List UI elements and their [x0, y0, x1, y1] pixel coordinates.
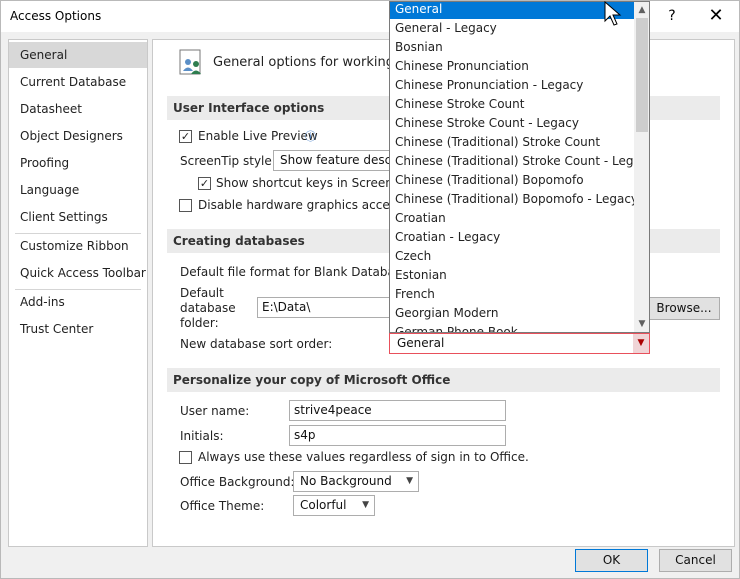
- close-button[interactable]: ✕: [701, 5, 731, 27]
- default-folder-label-line: Default: [180, 286, 224, 300]
- screentip-style-value: Show feature descript: [280, 153, 391, 167]
- scroll-down-icon[interactable]: ▼: [634, 316, 649, 332]
- nav-item-datasheet[interactable]: Datasheet: [9, 96, 147, 122]
- initials-value: s4p: [294, 428, 316, 442]
- chevron-down-icon: ▼: [362, 500, 369, 510]
- dropdown-option[interactable]: Georgian Modern: [390, 304, 634, 323]
- nav-item-trust-center[interactable]: Trust Center: [9, 316, 147, 342]
- hardware-acceleration-checkbox[interactable]: [179, 199, 192, 212]
- page-heading: General options for working w: [213, 55, 409, 70]
- office-theme-label: Office Theme:: [180, 499, 265, 513]
- sort-order-select[interactable]: General ▼: [389, 333, 650, 354]
- initials-input[interactable]: s4p: [289, 425, 506, 446]
- live-preview-checkbox[interactable]: ✓: [179, 130, 192, 143]
- nav-item-general[interactable]: General: [9, 42, 147, 68]
- dropdown-option[interactable]: Czech: [390, 247, 634, 266]
- office-background-label: Office Background:: [180, 475, 295, 489]
- user-name-label: User name:: [180, 404, 250, 418]
- dropdown-option[interactable]: Chinese Stroke Count: [390, 95, 634, 114]
- dropdown-option[interactable]: Croatian - Legacy: [390, 228, 634, 247]
- screentip-style-label: ScreenTip style:: [180, 154, 276, 168]
- office-background-value: No Background: [300, 474, 392, 488]
- browse-button[interactable]: Browse...: [648, 297, 720, 320]
- always-use-values-label: Always use these values regardless of si…: [198, 450, 529, 464]
- dropdown-option[interactable]: German Phone Book: [390, 323, 634, 332]
- dropdown-option[interactable]: Chinese (Traditional) Stroke Count - Leg…: [390, 152, 634, 171]
- nav-item-customize-ribbon[interactable]: Customize Ribbon: [9, 233, 147, 259]
- dropdown-option[interactable]: Chinese (Traditional) Stroke Count: [390, 133, 634, 152]
- dropdown-option[interactable]: French: [390, 285, 634, 304]
- shortcut-keys-label: Show shortcut keys in ScreenTips: [216, 176, 417, 190]
- default-folder-input[interactable]: E:\Data\: [257, 297, 391, 318]
- dropdown-option[interactable]: Chinese Pronunciation - Legacy: [390, 76, 634, 95]
- nav-item-language[interactable]: Language: [9, 177, 147, 203]
- default-folder-label-line: folder:: [180, 316, 219, 330]
- dropdown-scrollbar[interactable]: ▲ ▼: [634, 2, 649, 332]
- window-title: Access Options: [10, 9, 102, 23]
- dropdown-option[interactable]: Chinese Pronunciation: [390, 57, 634, 76]
- help-button[interactable]: ?: [657, 5, 687, 27]
- user-name-value: strive4peace: [294, 403, 372, 417]
- chevron-down-icon: ▼: [406, 476, 413, 486]
- dropdown-option[interactable]: General - Legacy: [390, 19, 634, 38]
- dropdown-option[interactable]: Chinese (Traditional) Bopomofo: [390, 171, 634, 190]
- mouse-pointer-icon: [604, 1, 622, 26]
- dropdown-option[interactable]: Chinese Stroke Count - Legacy: [390, 114, 634, 133]
- scrollbar-thumb[interactable]: [636, 18, 648, 132]
- cancel-button[interactable]: Cancel: [659, 549, 732, 572]
- sort-order-value: General: [397, 336, 445, 350]
- access-options-dialog: Access Options ? ✕ General Current Datab…: [0, 0, 740, 579]
- dropdown-option[interactable]: Estonian: [390, 266, 634, 285]
- office-theme-value: Colorful: [300, 498, 347, 512]
- shortcut-keys-checkbox[interactable]: ✓: [198, 177, 211, 190]
- chevron-down-icon[interactable]: ▼: [633, 334, 649, 353]
- nav-item-client-settings[interactable]: Client Settings: [9, 204, 147, 230]
- dropdown-option[interactable]: Chinese (Traditional) Bopomofo - Legacy: [390, 190, 634, 209]
- live-preview-label: Enable Live Preview: [198, 129, 318, 143]
- options-nav: General Current Database Datasheet Objec…: [8, 39, 148, 547]
- section-header-personalize: Personalize your copy of Microsoft Offic…: [167, 368, 720, 392]
- ok-button[interactable]: OK: [575, 549, 648, 572]
- nav-item-object-designers[interactable]: Object Designers: [9, 123, 147, 149]
- nav-item-proofing[interactable]: Proofing: [9, 150, 147, 176]
- dropdown-option[interactable]: Bosnian: [390, 38, 634, 57]
- sort-order-label: New database sort order:: [180, 337, 333, 351]
- screentip-style-select[interactable]: Show feature descript: [273, 150, 391, 171]
- default-folder-label: Default database folder:: [180, 286, 236, 331]
- people-settings-icon: [179, 49, 201, 75]
- hardware-acceleration-label: Disable hardware graphics accelerati: [198, 198, 421, 212]
- nav-item-current-database[interactable]: Current Database: [9, 69, 147, 95]
- info-icon[interactable]: ⓘ: [305, 128, 316, 144]
- default-file-format-label: Default file format for Blank Database:: [180, 265, 413, 279]
- dropdown-option[interactable]: Croatian: [390, 209, 634, 228]
- initials-label: Initials:: [180, 429, 224, 443]
- nav-item-quick-access-toolbar[interactable]: Quick Access Toolbar: [9, 260, 147, 286]
- user-name-input[interactable]: strive4peace: [289, 400, 506, 421]
- office-theme-select[interactable]: Colorful ▼: [293, 495, 375, 516]
- always-use-values-checkbox[interactable]: [179, 451, 192, 464]
- scroll-up-icon[interactable]: ▲: [634, 2, 649, 18]
- nav-item-add-ins[interactable]: Add-ins: [9, 289, 147, 315]
- default-folder-label-line: database: [180, 301, 236, 315]
- dropdown-option[interactable]: General: [390, 2, 634, 19]
- default-folder-value: E:\Data\: [262, 300, 311, 314]
- sort-order-dropdown-list[interactable]: General General - Legacy Bosnian Chinese…: [389, 1, 650, 333]
- office-background-select[interactable]: No Background ▼: [293, 471, 419, 492]
